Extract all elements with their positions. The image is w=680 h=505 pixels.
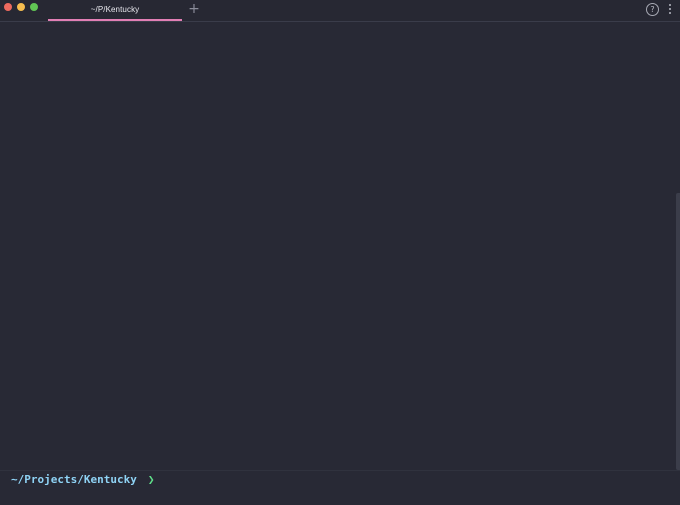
maximize-window-button[interactable] [30,3,38,11]
minimize-window-button[interactable] [17,3,25,11]
kebab-dot [669,8,671,10]
active-tab[interactable]: ~/P/Kentucky [48,0,182,21]
kebab-menu-icon[interactable] [667,4,673,16]
title-bar: ~/P/Kentucky + ? [0,0,680,22]
kebab-dot [669,12,671,14]
prompt-path: ~/Projects/Kentucky [11,473,137,486]
command-prompt[interactable]: ~/Projects/Kentucky ❯ [11,472,154,488]
scrollbar-thumb[interactable] [676,193,680,470]
prompt-divider [0,470,680,471]
plus-icon[interactable]: + [188,1,200,17]
close-window-button[interactable] [4,3,12,11]
prompt-chevron-icon: ❯ [147,473,155,486]
kebab-dot [669,4,671,6]
terminal-output-area[interactable] [0,22,674,471]
tab-title: ~/P/Kentucky [90,5,140,14]
help-icon[interactable]: ? [646,3,659,16]
